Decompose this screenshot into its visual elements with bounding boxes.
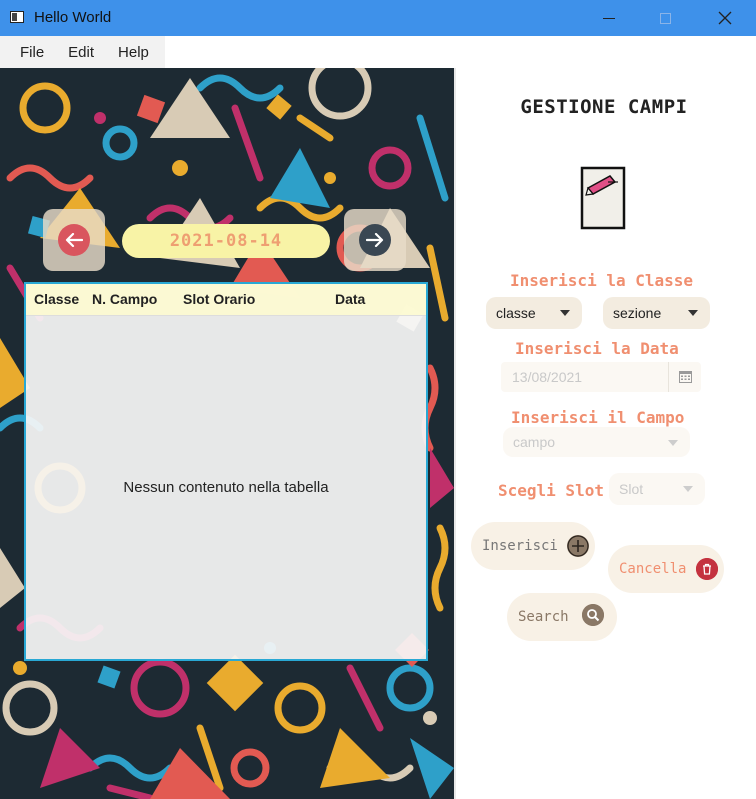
classe-label: Inserisci la Classe <box>510 271 694 290</box>
menu-bar: File Edit Help <box>0 36 165 68</box>
search-button-label: Search <box>518 609 569 625</box>
slot-combo-value: Slot <box>619 481 644 497</box>
slot-label: Scegli Slot <box>498 481 604 500</box>
app-icon <box>10 11 24 23</box>
table-empty-message: Nessun contenuto nella tabella <box>123 479 329 496</box>
maximize-icon <box>659 12 671 24</box>
inserisci-button-label: Inserisci <box>482 538 558 554</box>
menu-help[interactable]: Help <box>115 44 152 61</box>
column-header-data[interactable]: Data <box>335 291 365 307</box>
table-header: Classe N. Campo Slot Orario Data <box>26 284 426 316</box>
column-header-slot[interactable]: Slot Orario <box>183 291 255 307</box>
data-label: Inserisci la Data <box>515 339 679 358</box>
campo-combo-value: campo <box>513 434 556 450</box>
maximize-button[interactable] <box>642 0 688 36</box>
campo-label: Inserisci il Campo <box>511 408 685 427</box>
minimize-button[interactable] <box>586 0 632 36</box>
close-button[interactable] <box>702 0 748 36</box>
next-date-button[interactable] <box>344 209 406 271</box>
minimize-icon <box>603 17 615 19</box>
title-bar: Hello World <box>0 0 756 36</box>
calendar-icon <box>678 371 692 383</box>
chevron-down-icon <box>683 486 693 492</box>
sezione-combo-value: sezione <box>613 305 662 321</box>
inserisci-button[interactable]: Inserisci <box>471 522 595 570</box>
menu-edit[interactable]: Edit <box>65 44 97 61</box>
close-icon <box>718 11 732 25</box>
column-header-campo[interactable]: N. Campo <box>92 291 157 307</box>
menu-bar-spacer <box>165 36 756 68</box>
sezione-combo[interactable]: sezione <box>603 297 710 329</box>
column-header-classe[interactable]: Classe <box>34 291 79 307</box>
panel-divider <box>454 68 456 799</box>
calendar-button[interactable] <box>668 362 701 392</box>
arrow-right-icon <box>366 233 384 247</box>
date-picker-field[interactable]: 13/08/2021 <box>501 362 701 392</box>
notepad-icon <box>580 166 626 230</box>
window-title: Hello World <box>34 9 112 26</box>
cancella-button-label: Cancella <box>619 561 687 577</box>
classe-combo-value: classe <box>496 305 536 321</box>
chevron-down-icon <box>560 310 570 316</box>
campo-combo[interactable]: campo <box>503 427 690 457</box>
date-picker-value: 13/08/2021 <box>512 369 583 385</box>
page-title: GESTIONE CAMPI <box>520 96 688 118</box>
bookings-table[interactable]: Classe N. Campo Slot Orario Data Nessun … <box>24 282 428 661</box>
search-icon <box>582 604 604 626</box>
menu-file[interactable]: File <box>17 44 47 61</box>
trash-icon <box>696 558 718 580</box>
classe-combo[interactable]: classe <box>486 297 582 329</box>
previous-date-button[interactable] <box>43 209 105 271</box>
slot-combo[interactable]: Slot <box>609 473 705 505</box>
cancella-button[interactable]: Cancella <box>608 545 724 593</box>
arrow-left-icon <box>65 233 83 247</box>
current-date-display: 2021-08-14 <box>122 224 330 258</box>
search-button[interactable]: Search <box>507 593 617 641</box>
chevron-down-icon <box>688 310 698 316</box>
plus-icon <box>567 535 589 557</box>
chevron-down-icon <box>668 440 678 446</box>
